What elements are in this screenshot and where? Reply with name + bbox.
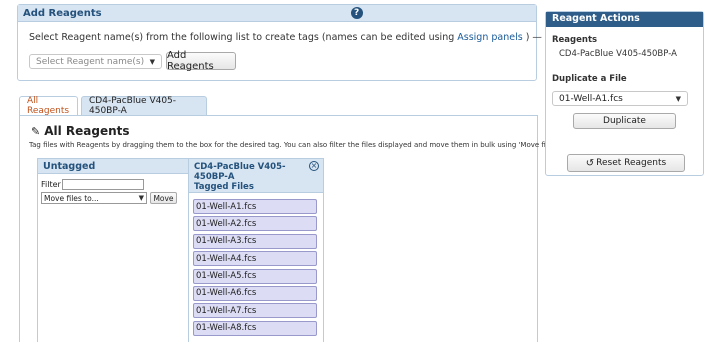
- file-item[interactable]: 01-Well-A6.fcs: [193, 285, 317, 301]
- add-reagents-title: Add Reagents: [23, 7, 102, 19]
- file-item[interactable]: 01-Well-A1.fcs: [193, 199, 317, 214]
- reset-reagents-label: Reset Reagents: [596, 158, 667, 168]
- reagents-label: Reagents: [552, 35, 598, 45]
- duplicate-label: Duplicate a File: [552, 74, 627, 84]
- filter-input[interactable]: [61, 179, 144, 190]
- duplicate-button[interactable]: Duplicate: [573, 113, 676, 129]
- move-row: Move files to... ▼ Move: [41, 192, 177, 204]
- move-files-select[interactable]: Move files to... ▼: [41, 192, 147, 204]
- file-list: 01-Well-A1.fcs 01-Well-A2.fcs 01-Well-A3…: [193, 199, 317, 338]
- untagged-header: Untagged: [38, 159, 192, 174]
- file-item[interactable]: 01-Well-A8.fcs: [193, 320, 317, 336]
- file-item[interactable]: 01-Well-A2.fcs: [193, 216, 317, 232]
- untagged-box[interactable]: Untagged Filter Move files to... ▼ Move: [37, 158, 193, 342]
- instruction-text: Select Reagent name(s) from the followin…: [29, 32, 458, 43]
- undo-icon: ↺: [585, 157, 595, 169]
- page-title: ✎ All Reagents: [31, 124, 130, 138]
- file-item[interactable]: 01-Well-A4.fcs: [193, 251, 317, 267]
- chevron-down-icon: ▼: [149, 57, 155, 66]
- pencil-icon: ✎: [31, 124, 41, 138]
- tab-all-reagents[interactable]: All Reagents: [19, 96, 78, 116]
- reagent-actions-panel: Reagent Actions Reagents CD4-PacBlue V40…: [545, 11, 704, 176]
- file-item[interactable]: 01-Well-A5.fcs: [193, 268, 317, 284]
- reset-reagents-button[interactable]: ↺ Reset Reagents: [567, 154, 685, 172]
- duplicate-file-select[interactable]: 01-Well-A1.fcs ▼: [552, 91, 688, 106]
- move-files-select-value: Move files to...: [44, 193, 99, 203]
- assign-panels-link[interactable]: Assign panels: [457, 32, 522, 43]
- add-reagents-button[interactable]: Add Reagents: [166, 50, 236, 72]
- chevron-down-icon: ▼: [138, 194, 144, 202]
- move-button[interactable]: Move: [150, 192, 177, 204]
- chevron-down-icon: ▼: [675, 94, 681, 103]
- add-reagents-instruction: Select Reagent name(s) from the followin…: [29, 32, 542, 43]
- filter-label: Filter: [41, 180, 61, 189]
- reagent-select-placeholder: Select Reagent name(s): [36, 56, 145, 67]
- reagent-select[interactable]: Select Reagent name(s) ▼: [29, 54, 162, 69]
- reagent-actions-header: Reagent Actions: [546, 12, 703, 27]
- add-reagents-header: Add Reagents ?: [18, 5, 536, 22]
- tab-cd4-pacblue[interactable]: CD4-PacBlue V405-450BP-A: [81, 96, 207, 116]
- file-item[interactable]: 01-Well-A3.fcs: [193, 233, 317, 249]
- instructions-text: Tag files with Reagents by dragging them…: [29, 141, 576, 149]
- page-title-text: All Reagents: [44, 124, 130, 138]
- tagged-files-box[interactable]: CD4-PacBlue V405-450BP-A Tagged Files × …: [188, 158, 324, 342]
- duplicate-file-select-value: 01-Well-A1.fcs: [559, 93, 623, 104]
- close-icon[interactable]: ×: [309, 161, 319, 171]
- instruction-suffix: ) —: [522, 32, 542, 43]
- help-icon[interactable]: ?: [350, 7, 363, 19]
- add-reagents-panel: Add Reagents ? Select Reagent name(s) fr…: [17, 4, 542, 81]
- tagged-header-line2: Tagged Files: [194, 182, 254, 192]
- file-item[interactable]: 01-Well-A7.fcs: [193, 303, 317, 319]
- filter-row: Filter: [41, 179, 144, 190]
- reagent-value: CD4-PacBlue V405-450BP-A: [559, 49, 677, 59]
- all-reagents-panel: ✎ All Reagents Tag files with Reagents b…: [19, 115, 576, 342]
- tagged-header: CD4-PacBlue V405-450BP-A Tagged Files ×: [189, 159, 323, 193]
- tagged-header-line1: CD4-PacBlue V405-450BP-A: [194, 162, 286, 182]
